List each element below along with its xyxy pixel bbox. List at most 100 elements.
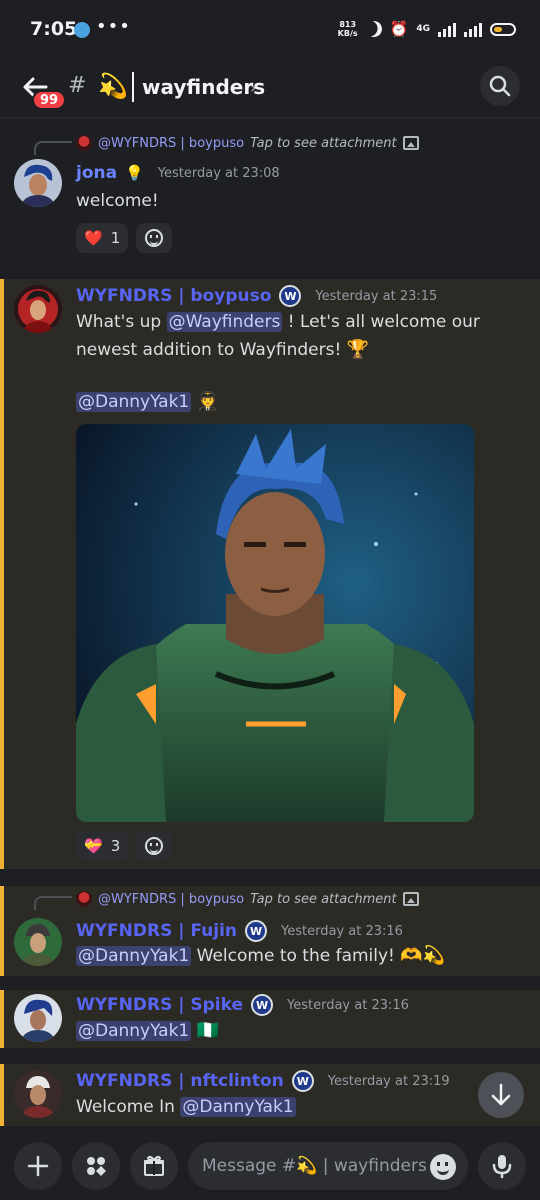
username[interactable]: jona (76, 163, 117, 183)
verified-badge-icon: W (251, 994, 274, 1016)
reply-preview[interactable]: @WYFNDRS | boypuso Tap to see attachment (76, 135, 419, 151)
reactions: ❤️ 1 (76, 223, 173, 253)
reaction-count: 3 (110, 837, 121, 855)
more-notifications-icon: ••• (96, 16, 131, 37)
username[interactable]: WYFNDRS | boypuso (76, 286, 271, 306)
message-boypuso[interactable]: WYFNDRS | boypuso W Yesterday at 23:15 W… (0, 279, 540, 869)
timestamp: Yesterday at 23:16 (281, 923, 403, 939)
apps-icon (87, 1157, 106, 1176)
message-text-mention: @DannyYak1 🧑‍✈️ (76, 388, 522, 416)
message-text: welcome! (76, 191, 159, 211)
pilot-emoji: 🧑‍✈️ (196, 391, 220, 412)
message-input[interactable]: Message #💫 | wayfinders (188, 1142, 468, 1190)
jump-to-bottom-button[interactable] (478, 1072, 524, 1118)
verified-badge-icon: W (291, 1070, 314, 1092)
mention[interactable]: @Wayfinders (166, 312, 283, 332)
username[interactable]: WYFNDRS | nftclinton (76, 1071, 284, 1091)
reply-preview[interactable]: @WYFNDRS | boypuso Tap to see attachment (76, 891, 419, 907)
network-type: 4G (416, 23, 430, 34)
message-text: What's up @Wayfinders ! Let's all welcom… (76, 308, 522, 364)
verified-badge-icon: W (245, 920, 268, 942)
status-time: 7:05 (30, 18, 78, 40)
telegram-notification-icon (74, 22, 90, 38)
add-reaction-button[interactable] (136, 831, 173, 861)
heart-hands-emoji: 🫶💫 (400, 945, 446, 966)
message-header: WYFNDRS | Spike W Yesterday at 23:16 (76, 994, 409, 1016)
mention[interactable]: @DannyYak1 (76, 946, 192, 966)
channel-header: 99 # 💫 wayfinders › (0, 58, 540, 118)
reply-author: @WYFNDRS | boypuso (98, 135, 245, 151)
gift-button[interactable] (130, 1142, 178, 1190)
reply-connector (34, 141, 72, 155)
reply-avatar (76, 135, 92, 151)
chevron-right-icon[interactable]: › (250, 78, 256, 97)
username[interactable]: WYFNDRS | Fujin (76, 921, 237, 941)
avatar[interactable] (14, 285, 62, 333)
message-jona[interactable]: @WYFNDRS | boypuso Tap to see attachment… (0, 119, 540, 279)
image-icon (402, 892, 419, 906)
battery-icon (490, 22, 516, 36)
image-attachment[interactable] (76, 424, 474, 822)
username[interactable]: WYFNDRS | Spike (76, 995, 243, 1015)
avatar[interactable] (14, 994, 62, 1042)
reaction-gift-heart[interactable]: 💝 3 (76, 831, 129, 861)
message-header: WYFNDRS | boypuso W Yesterday at 23:15 (76, 285, 437, 307)
gift-heart-icon: 💝 (84, 837, 103, 855)
reply-text: Tap to see attachment (250, 135, 397, 151)
search-button[interactable] (480, 66, 520, 106)
message-nftclinton[interactable]: WYFNDRS | nftclinton W Yesterday at 23:1… (0, 1064, 540, 1126)
do-not-disturb-icon (363, 19, 384, 40)
heart-icon: ❤️ (84, 229, 103, 247)
add-attachment-button[interactable] (14, 1142, 62, 1190)
nigeria-flag-emoji: 🇳🇬 (196, 1020, 220, 1041)
channel-emoji: 💫 (98, 72, 128, 100)
message-composer: Message #💫 | wayfinders (0, 1128, 540, 1200)
timestamp: Yesterday at 23:19 (327, 1073, 450, 1089)
reactions: 💝 3 (76, 831, 173, 861)
message-placeholder: Message #💫 | wayfinders (202, 1156, 427, 1176)
message-text: @DannyYak1 🇳🇬 (76, 1017, 522, 1045)
image-icon (402, 136, 419, 150)
channel-separator (132, 72, 134, 102)
channel-title[interactable]: wayfinders (142, 75, 265, 99)
arrow-down-icon (491, 1083, 511, 1106)
search-icon (489, 75, 511, 97)
emoji-picker-icon[interactable] (430, 1154, 456, 1180)
message-text: Welcome In @DannyYak1 (76, 1093, 522, 1121)
add-reaction-button[interactable] (136, 223, 173, 253)
avatar[interactable] (14, 159, 62, 207)
reply-author: @WYFNDRS | boypuso (98, 891, 245, 907)
smiley-icon (145, 229, 164, 247)
plus-icon (27, 1155, 49, 1177)
unread-badge: 99 (32, 90, 66, 110)
reply-text: Tap to see attachment (250, 891, 397, 907)
avatar[interactable] (14, 918, 62, 966)
message-header: WYFNDRS | nftclinton W Yesterday at 23:1… (76, 1070, 450, 1092)
mention[interactable]: @DannyYak1 (180, 1097, 296, 1117)
microphone-icon (492, 1155, 512, 1179)
verified-badge-icon: W (279, 285, 302, 307)
gift-icon (144, 1155, 164, 1176)
mention[interactable]: @DannyYak1 (76, 1021, 192, 1041)
text-segment: What's up (76, 312, 167, 332)
reaction-heart[interactable]: ❤️ 1 (76, 223, 129, 253)
role-icon: 💡 (125, 164, 144, 182)
reaction-count: 1 (110, 229, 121, 247)
timestamp: Yesterday at 23:08 (157, 165, 280, 181)
message-fujin[interactable]: @WYFNDRS | boypuso Tap to see attachment… (0, 886, 540, 976)
voice-message-button[interactable] (478, 1142, 526, 1190)
message-text: @DannyYak1 Welcome to the family! 🫶💫 (76, 942, 522, 970)
alarm-off-icon: ⏰ (389, 20, 409, 38)
avatar[interactable] (14, 1070, 62, 1118)
signal-icon (438, 21, 456, 37)
reply-connector (34, 896, 72, 910)
text-segment: Welcome In (76, 1097, 181, 1117)
timestamp: Yesterday at 23:15 (315, 288, 438, 304)
apps-button[interactable] (72, 1142, 120, 1190)
network-speed: 813 KB/s (337, 20, 358, 38)
status-bar: 7:05 ••• 813 KB/s ⏰ 4G (0, 0, 540, 58)
message-spike[interactable]: WYFNDRS | Spike W Yesterday at 23:16 @Da… (0, 990, 540, 1048)
mention[interactable]: @DannyYak1 (76, 392, 192, 412)
signal-icon-2 (464, 21, 482, 37)
text-segment: Welcome to the family! (191, 946, 401, 966)
